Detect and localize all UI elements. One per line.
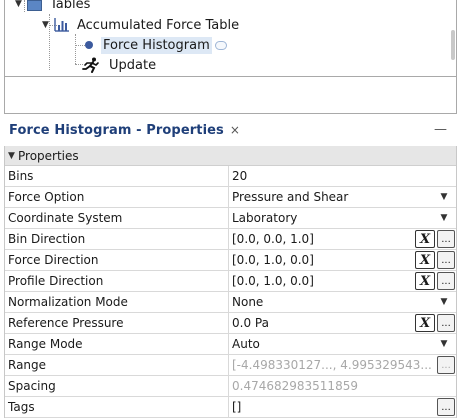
property-value: [] — [232, 400, 242, 414]
property-name: Spacing — [5, 376, 229, 396]
collapse-triangle-icon[interactable]: ▼ — [15, 0, 27, 9]
property-value: 0.474682983511859 — [232, 379, 358, 393]
property-name: Coordinate System — [5, 208, 229, 228]
property-value: 0.0 Pa — [232, 316, 269, 330]
property-row-bins[interactable]: Bins 20 — [5, 166, 456, 187]
normalization-mode-dropdown[interactable]: None ▼ — [229, 292, 456, 312]
property-row-tags[interactable]: Tags [] ... — [5, 397, 456, 418]
range-mode-dropdown[interactable]: Auto ▼ — [229, 334, 456, 354]
force-direction-field[interactable]: [0.0, 1.0, 0.0] X ... — [229, 250, 456, 270]
property-value: 20 — [232, 169, 248, 183]
tree-scroll-area: ▼ Tables ▼ Accumulated Force Table Force… — [5, 0, 456, 76]
chevron-down-icon[interactable]: ▼ — [437, 213, 451, 223]
force-option-dropdown[interactable]: Pressure and Shear ▼ — [229, 187, 456, 207]
property-name: Force Option — [5, 187, 229, 207]
properties-section-header[interactable]: ▼ Properties — [5, 146, 456, 166]
chevron-down-icon[interactable]: ▼ — [437, 192, 451, 202]
ellipsis-button[interactable]: ... — [437, 356, 455, 374]
close-icon[interactable]: × — [230, 123, 240, 137]
property-sheet: ▼ Properties Bins 20 Force Option Pressu… — [4, 146, 457, 418]
ellipsis-button[interactable]: ... — [437, 314, 455, 332]
property-name: Tags — [5, 397, 229, 417]
histogram-node-icon — [85, 41, 93, 49]
tree-item-update[interactable]: Update — [81, 55, 158, 75]
chevron-down-icon[interactable]: ▼ — [437, 297, 451, 307]
runner-icon — [81, 57, 101, 73]
property-name: Range Mode — [5, 334, 229, 354]
property-row-force-direction[interactable]: Force Direction [0.0, 1.0, 0.0] X ... — [5, 250, 456, 271]
range-field: [-4.498330127..., 4.995329543... ... — [229, 355, 456, 375]
property-name: Profile Direction — [5, 271, 229, 291]
spacing-field: 0.474682983511859 — [229, 376, 456, 396]
property-value: None — [232, 295, 264, 309]
tree-item-force-histogram[interactable]: Force Histogram — [81, 35, 227, 55]
expression-button[interactable]: X — [415, 251, 435, 269]
reference-pressure-field[interactable]: 0.0 Pa X ... — [229, 313, 456, 333]
tree-item-label: Update — [109, 57, 157, 73]
collapse-triangle-icon[interactable]: ▼ — [42, 20, 54, 30]
property-row-force-option[interactable]: Force Option Pressure and Shear ▼ — [5, 187, 456, 208]
tree-item-label: Force Histogram — [101, 36, 212, 54]
tree-item-label: Accumulated Force Table — [77, 17, 240, 33]
properties-title: Force Histogram - Properties — [9, 123, 224, 138]
section-label: Properties — [18, 148, 79, 163]
tags-field[interactable]: [] ... — [229, 397, 456, 417]
tree-vertical-scrollbar[interactable] — [450, 0, 456, 76]
property-value: Pressure and Shear — [232, 190, 349, 204]
tree-item-label: Tables — [50, 0, 91, 12]
expression-button[interactable]: X — [415, 272, 435, 290]
property-value: Auto — [232, 337, 260, 351]
coordinate-system-dropdown[interactable]: Laboratory ▼ — [229, 208, 456, 228]
property-value: [0.0, 1.0, 0.0] — [232, 253, 314, 267]
scrollbar-thumb[interactable] — [451, 30, 455, 60]
expression-button[interactable]: X — [415, 314, 435, 332]
ellipsis-button[interactable]: ... — [437, 272, 455, 290]
tree-divider — [5, 76, 456, 77]
collapse-triangle-icon[interactable]: ▼ — [8, 151, 18, 161]
ellipsis-button[interactable]: ... — [437, 398, 455, 416]
property-name: Bin Direction — [5, 229, 229, 249]
property-value: [0.0, 0.0, 1.0] — [232, 232, 314, 246]
property-value: [-4.498330127..., 4.995329543... — [232, 358, 432, 372]
profile-direction-field[interactable]: [0.0, 1.0, 0.0] X ... — [229, 271, 456, 291]
minimize-icon[interactable]: — — [434, 122, 447, 137]
property-value: [0.0, 1.0, 0.0] — [232, 274, 314, 288]
ellipsis-button[interactable]: ... — [437, 251, 455, 269]
property-name: Force Direction — [5, 250, 229, 270]
property-row-reference-pressure[interactable]: Reference Pressure 0.0 Pa X ... — [5, 313, 456, 334]
property-value: Laboratory — [232, 211, 298, 225]
comment-icon — [214, 40, 227, 50]
property-name: Reference Pressure — [5, 313, 229, 333]
bins-field[interactable]: 20 — [229, 166, 456, 186]
property-row-range-mode[interactable]: Range Mode Auto ▼ — [5, 334, 456, 355]
property-row-spacing[interactable]: Spacing 0.474682983511859 — [5, 376, 456, 397]
tree-connector — [75, 34, 76, 64]
expression-button[interactable]: X — [415, 230, 435, 248]
tree-item-accumulated-force-table[interactable]: ▼ Accumulated Force Table — [42, 15, 241, 35]
properties-tab[interactable]: Force Histogram - Properties × — [9, 123, 240, 138]
property-name: Range — [5, 355, 229, 375]
properties-tab-bar: Force Histogram - Properties × — — [0, 118, 461, 144]
property-row-range[interactable]: Range [-4.498330127..., 4.995329543... .… — [5, 355, 456, 376]
property-name: Bins — [5, 166, 229, 186]
chevron-down-icon[interactable]: ▼ — [437, 339, 451, 349]
simulation-tree-panel: ▼ Tables ▼ Accumulated Force Table Force… — [4, 0, 457, 114]
property-name: Normalization Mode — [5, 292, 229, 312]
ellipsis-button[interactable]: ... — [437, 230, 455, 248]
property-row-normalization-mode[interactable]: Normalization Mode None ▼ — [5, 292, 456, 313]
property-row-bin-direction[interactable]: Bin Direction [0.0, 0.0, 1.0] X ... — [5, 229, 456, 250]
chart-icon — [54, 18, 70, 32]
tree-item-tables[interactable]: ▼ Tables — [15, 0, 92, 14]
folder-icon — [27, 0, 43, 11]
property-row-coordinate-system[interactable]: Coordinate System Laboratory ▼ — [5, 208, 456, 229]
property-row-profile-direction[interactable]: Profile Direction [0.0, 1.0, 0.0] X ... — [5, 271, 456, 292]
bin-direction-field[interactable]: [0.0, 0.0, 1.0] X ... — [229, 229, 456, 249]
